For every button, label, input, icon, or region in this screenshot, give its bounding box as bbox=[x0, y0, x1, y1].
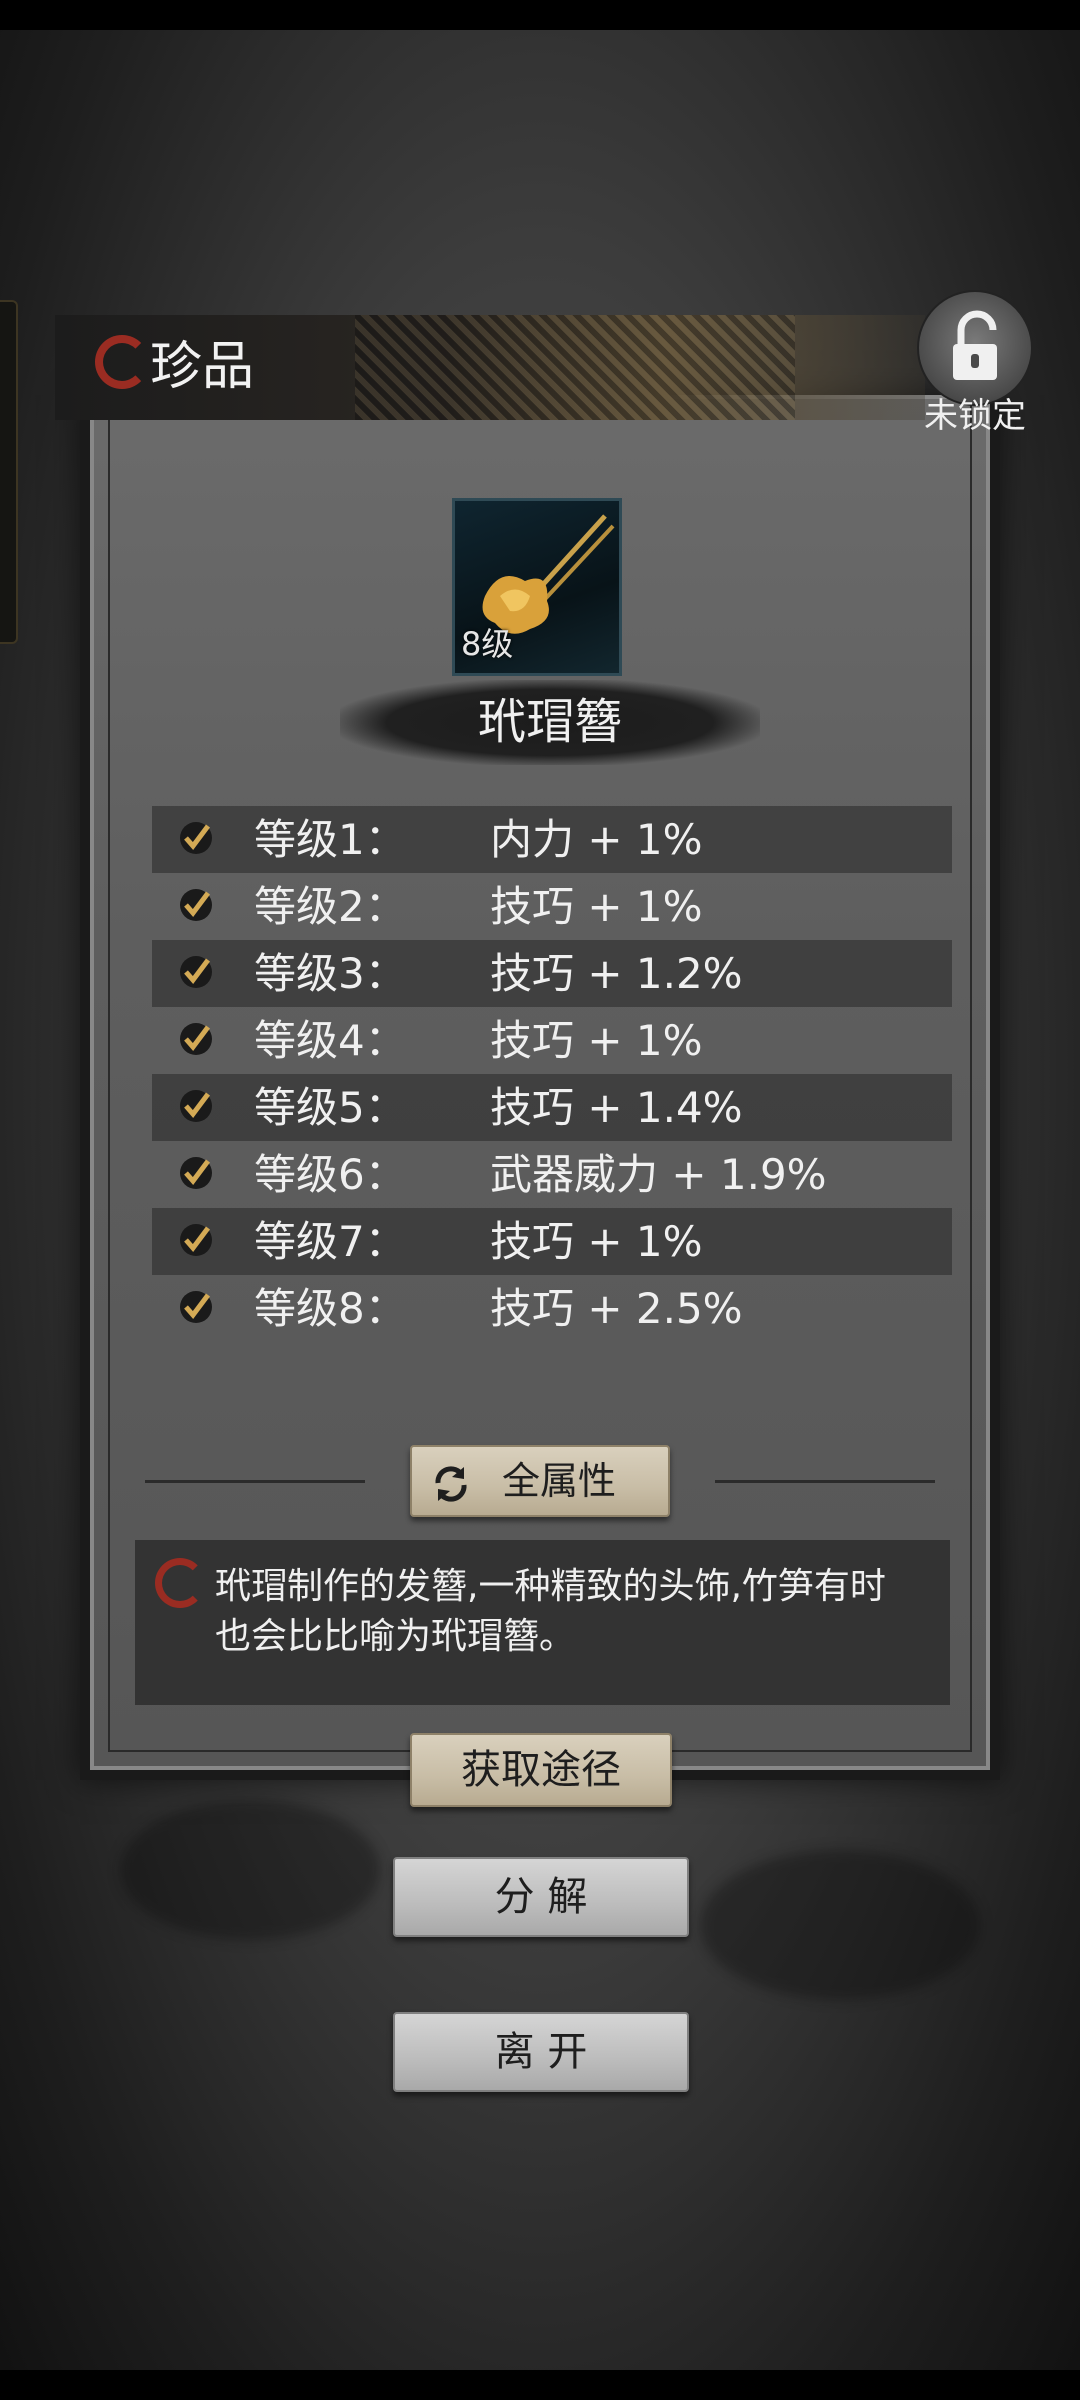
ink-decoration bbox=[120, 1800, 380, 1940]
attribute-row: 等级6： 武器威力 + 1.9% bbox=[152, 1141, 952, 1208]
swirl-icon bbox=[95, 335, 149, 389]
header-pattern bbox=[355, 315, 795, 420]
status-bar bbox=[0, 0, 1080, 30]
leave-button[interactable]: 离 开 bbox=[393, 2012, 689, 2092]
attribute-bonus: 技巧 + 1% bbox=[490, 882, 703, 931]
item-description: 玳瑁制作的发簪,一种精致的头饰,竹笋有时也会比比喻为玳瑁簪。 bbox=[215, 1566, 886, 1657]
attribute-bonus: 武器威力 + 1.9% bbox=[490, 1150, 827, 1199]
attribute-bonus: 技巧 + 1.4% bbox=[490, 1083, 743, 1132]
check-icon bbox=[180, 1291, 212, 1323]
divider-right bbox=[715, 1480, 935, 1483]
refresh-icon bbox=[435, 1466, 467, 1502]
check-icon bbox=[180, 1090, 212, 1122]
attribute-bonus: 技巧 + 2.5% bbox=[490, 1284, 743, 1333]
attribute-list: 等级1： 内力 + 1% 等级2： 技巧 + 1% 等级3： 技巧 + 1.2%… bbox=[152, 806, 952, 1342]
swirl-icon bbox=[155, 1558, 205, 1608]
attribute-level: 等级7： bbox=[254, 1217, 407, 1266]
description-box: 玳瑁制作的发簪,一种精致的头饰,竹笋有时也会比比喻为玳瑁簪。 bbox=[135, 1540, 950, 1705]
all-attributes-label: 全属性 bbox=[502, 1459, 617, 1503]
all-attributes-button[interactable]: 全属性 bbox=[410, 1445, 670, 1517]
attribute-row: 等级8： 技巧 + 2.5% bbox=[152, 1275, 952, 1342]
item-name: 玳瑁簪 bbox=[477, 694, 622, 750]
attribute-bonus: 技巧 + 1% bbox=[490, 1016, 703, 1065]
divider-left bbox=[145, 1480, 365, 1483]
attribute-row: 等级2： 技巧 + 1% bbox=[152, 873, 952, 940]
attribute-bonus: 技巧 + 1% bbox=[490, 1217, 703, 1266]
ink-decoration bbox=[700, 1850, 980, 2000]
attribute-level: 等级6： bbox=[254, 1150, 407, 1199]
attribute-level: 等级5： bbox=[254, 1083, 407, 1132]
check-icon bbox=[180, 1224, 212, 1256]
obtain-method-button[interactable]: 获取途径 bbox=[410, 1733, 672, 1807]
attribute-level: 等级8： bbox=[254, 1284, 407, 1333]
attribute-row: 等级1： 内力 + 1% bbox=[152, 806, 952, 873]
attribute-level: 等级2： bbox=[254, 882, 407, 931]
attribute-level: 等级4： bbox=[254, 1016, 407, 1065]
check-icon bbox=[180, 1157, 212, 1189]
attribute-level: 等级3： bbox=[254, 949, 407, 998]
navigation-bar bbox=[0, 2370, 1080, 2400]
check-icon bbox=[180, 889, 212, 921]
decompose-button[interactable]: 分 解 bbox=[393, 1857, 689, 1937]
attribute-row: 等级5： 技巧 + 1.4% bbox=[152, 1074, 952, 1141]
check-icon bbox=[180, 956, 212, 988]
side-panel-edge bbox=[0, 300, 18, 644]
attribute-row: 等级7： 技巧 + 1% bbox=[152, 1208, 952, 1275]
lock-toggle[interactable]: 未锁定 bbox=[915, 290, 1035, 436]
item-level: 8级 bbox=[461, 625, 514, 663]
attribute-bonus: 技巧 + 1.2% bbox=[490, 949, 743, 998]
attribute-level: 等级1： bbox=[254, 815, 407, 864]
lock-status-label: 未锁定 bbox=[924, 396, 1026, 436]
check-icon bbox=[180, 1023, 212, 1055]
attribute-row: 等级3： 技巧 + 1.2% bbox=[152, 940, 952, 1007]
rarity-title: 珍品 bbox=[150, 337, 255, 397]
check-icon bbox=[180, 822, 212, 854]
attribute-row: 等级4： 技巧 + 1% bbox=[152, 1007, 952, 1074]
item-icon[interactable]: 8级 bbox=[452, 498, 622, 676]
attribute-bonus: 内力 + 1% bbox=[490, 815, 703, 864]
card-header: 珍品 bbox=[55, 315, 925, 420]
